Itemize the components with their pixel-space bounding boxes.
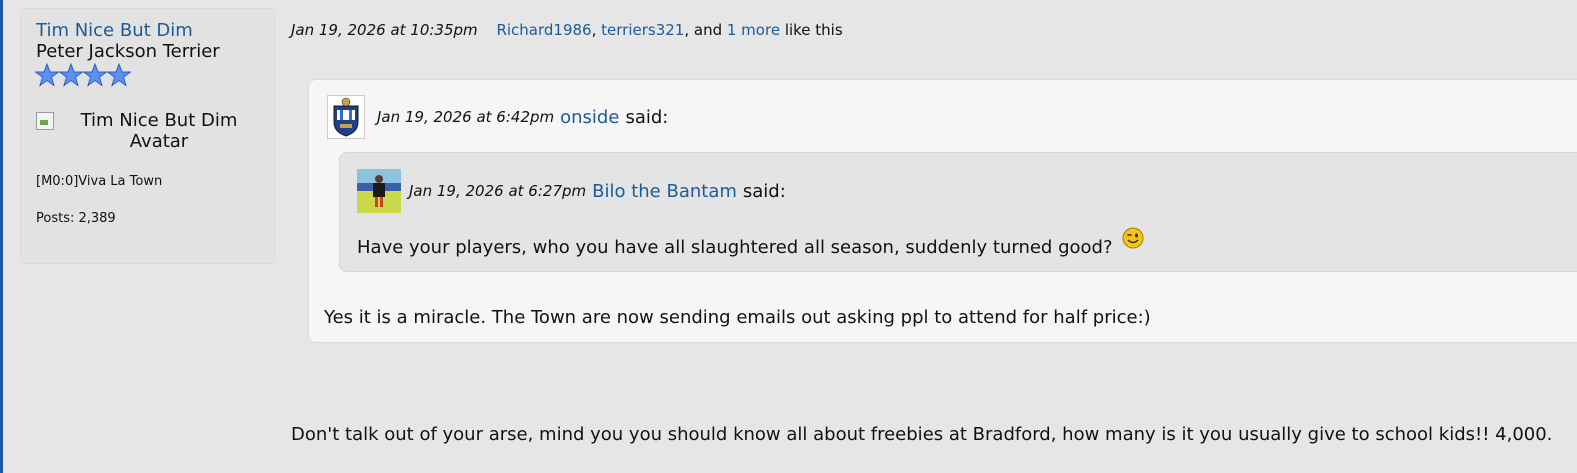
quote-header: Jan 19, 2026 at 6:42pm onside said: — [327, 95, 668, 139]
quote-author-link[interactable]: onside — [560, 107, 619, 128]
nested-quote-header: Jan 19, 2026 at 6:27pm Bilo the Bantam s… — [357, 169, 786, 213]
user-rank-stars — [35, 63, 131, 87]
user-avatar[interactable]: Tim Nice But Dim Avatar — [36, 109, 256, 153]
nested-quote-block: Jan 19, 2026 at 6:27pm Bilo the Bantam s… — [339, 152, 1577, 272]
player-photo-icon — [357, 169, 401, 213]
crest-icon — [333, 97, 359, 137]
likes-separator: , and — [684, 21, 727, 39]
nested-quote-date: Jan 19, 2026 at 6:27pm — [409, 182, 587, 200]
quote-said-label: said: — [625, 106, 669, 128]
user-info-panel: Tim Nice But Dim Peter Jackson Terrier T… — [20, 8, 275, 264]
star-icon — [35, 63, 59, 87]
likes-suffix: like this — [780, 21, 843, 39]
liker-link[interactable]: terriers321 — [601, 21, 684, 39]
likes-summary: Richard1986, terriers321, and 1 more lik… — [496, 21, 842, 39]
star-icon — [107, 63, 131, 87]
nested-quote-author-link[interactable]: Bilo the Bantam — [592, 181, 737, 202]
page-left-border — [0, 0, 3, 473]
post-date: Jan 19, 2026 at 10:35pm — [291, 21, 478, 39]
star-icon — [83, 63, 107, 87]
user-title: Peter Jackson Terrier — [36, 41, 220, 62]
broken-image-icon — [36, 112, 54, 130]
wink-smiley-icon — [1122, 227, 1144, 249]
post-body: Don't talk out of your arse, mind you yo… — [291, 424, 1553, 445]
quote-author-avatar[interactable] — [327, 95, 365, 139]
member-rank: [M0:0]Viva La Town — [36, 174, 163, 189]
nested-quote-said-label: said: — [742, 180, 786, 202]
star-icon — [59, 63, 83, 87]
post-meta: Jan 19, 2026 at 10:35pm Richard1986, ter… — [291, 21, 843, 39]
avatar-alt-text: Tim Nice But Dim Avatar — [80, 110, 238, 152]
nested-quote-body: Have your players, who you have all slau… — [357, 237, 1113, 258]
nested-quote-author-avatar[interactable] — [357, 169, 401, 213]
quote-date: Jan 19, 2026 at 6:42pm — [377, 108, 555, 126]
likes-separator: , — [591, 21, 602, 39]
username-link[interactable]: Tim Nice But Dim — [36, 20, 193, 41]
more-likers-link[interactable]: 1 more — [727, 21, 780, 39]
liker-link[interactable]: Richard1986 — [496, 21, 591, 39]
nested-quote-text: Have your players, who you have all slau… — [357, 227, 1144, 258]
post-count: Posts: 2,389 — [36, 211, 116, 226]
quote-block: Jan 19, 2026 at 6:42pm onside said: Jan … — [308, 79, 1577, 343]
quote-text: Yes it is a miracle. The Town are now se… — [324, 307, 1151, 328]
